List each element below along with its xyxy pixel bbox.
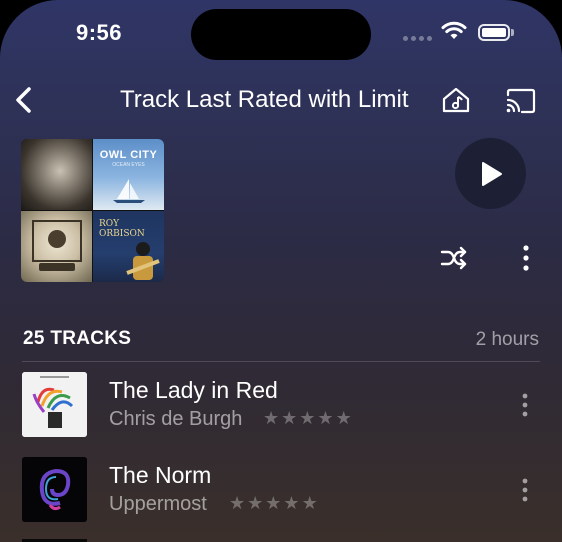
track-artist: Chris de Burgh — [109, 408, 243, 430]
star-icon[interactable]: ★ — [229, 494, 245, 512]
more-options-icon[interactable] — [522, 244, 530, 272]
track-more-options-icon[interactable] — [521, 477, 529, 503]
tracks-count: 25 TRACKS — [23, 328, 132, 349]
star-icon[interactable]: ★ — [263, 409, 279, 427]
guitarist-illustration — [126, 242, 160, 280]
album-art-text: ROY ORBISON — [99, 219, 145, 239]
album-art-subtext: OCEAN EYES — [112, 162, 145, 168]
album-art-lady-in-red — [22, 372, 87, 437]
play-button[interactable] — [455, 138, 526, 209]
track-thumbnail — [22, 372, 87, 437]
track-artist: Uppermost — [109, 493, 207, 515]
album-art-owl-city: OWL CITY OCEAN EYES — [93, 139, 164, 210]
album-art-the-norm — [22, 457, 87, 522]
album-art-1 — [21, 139, 92, 210]
battery-icon — [478, 24, 510, 41]
star-icon[interactable]: ★ — [302, 494, 318, 512]
album-art-3 — [21, 211, 92, 282]
dynamic-island — [191, 9, 371, 60]
play-icon — [481, 161, 502, 186]
star-icon[interactable]: ★ — [283, 494, 299, 512]
sailboat-icon — [113, 179, 145, 203]
star-icon[interactable]: ★ — [317, 409, 333, 427]
track-thumbnail — [22, 457, 87, 522]
album-art-roy-orbison: ROY ORBISON — [93, 211, 164, 282]
track-title: The Norm — [109, 462, 212, 488]
playlist-duration: 2 hours — [475, 329, 539, 350]
cellular-signal-icon — [403, 36, 432, 41]
status-time: 9:56 — [76, 20, 123, 45]
track-row[interactable]: The Norm Uppermost ★ ★ ★ ★ ★ — [0, 457, 562, 527]
track-rating[interactable]: ★ ★ ★ ★ ★ — [229, 494, 318, 512]
star-icon[interactable]: ★ — [281, 409, 297, 427]
cast-icon[interactable] — [505, 88, 537, 114]
page-title: Track Last Rated with Limit — [120, 86, 409, 113]
album-illustration — [32, 220, 82, 271]
battery-tip — [511, 29, 514, 36]
star-icon[interactable]: ★ — [299, 409, 315, 427]
track-more-options-icon[interactable] — [521, 392, 529, 418]
track-rating[interactable]: ★ ★ ★ ★ ★ — [263, 409, 352, 427]
wifi-icon — [441, 21, 467, 39]
star-icon[interactable]: ★ — [336, 409, 352, 427]
app-screen: 9:56 Track Last Rated with Limit OWL CIT… — [0, 0, 562, 542]
divider — [22, 361, 540, 362]
shuffle-icon[interactable] — [440, 246, 468, 270]
playlist-artwork: OWL CITY OCEAN EYES ROY ORBISON — [21, 139, 164, 282]
star-icon[interactable]: ★ — [265, 494, 281, 512]
star-icon[interactable]: ★ — [247, 494, 263, 512]
chevron-left-icon[interactable] — [10, 85, 38, 115]
track-title: The Lady in Red — [109, 377, 278, 403]
home-music-icon[interactable] — [441, 86, 471, 114]
album-art-text: OWL CITY — [99, 149, 158, 161]
track-row[interactable]: The Lady in Red Chris de Burgh ★ ★ ★ ★ ★ — [0, 372, 562, 442]
